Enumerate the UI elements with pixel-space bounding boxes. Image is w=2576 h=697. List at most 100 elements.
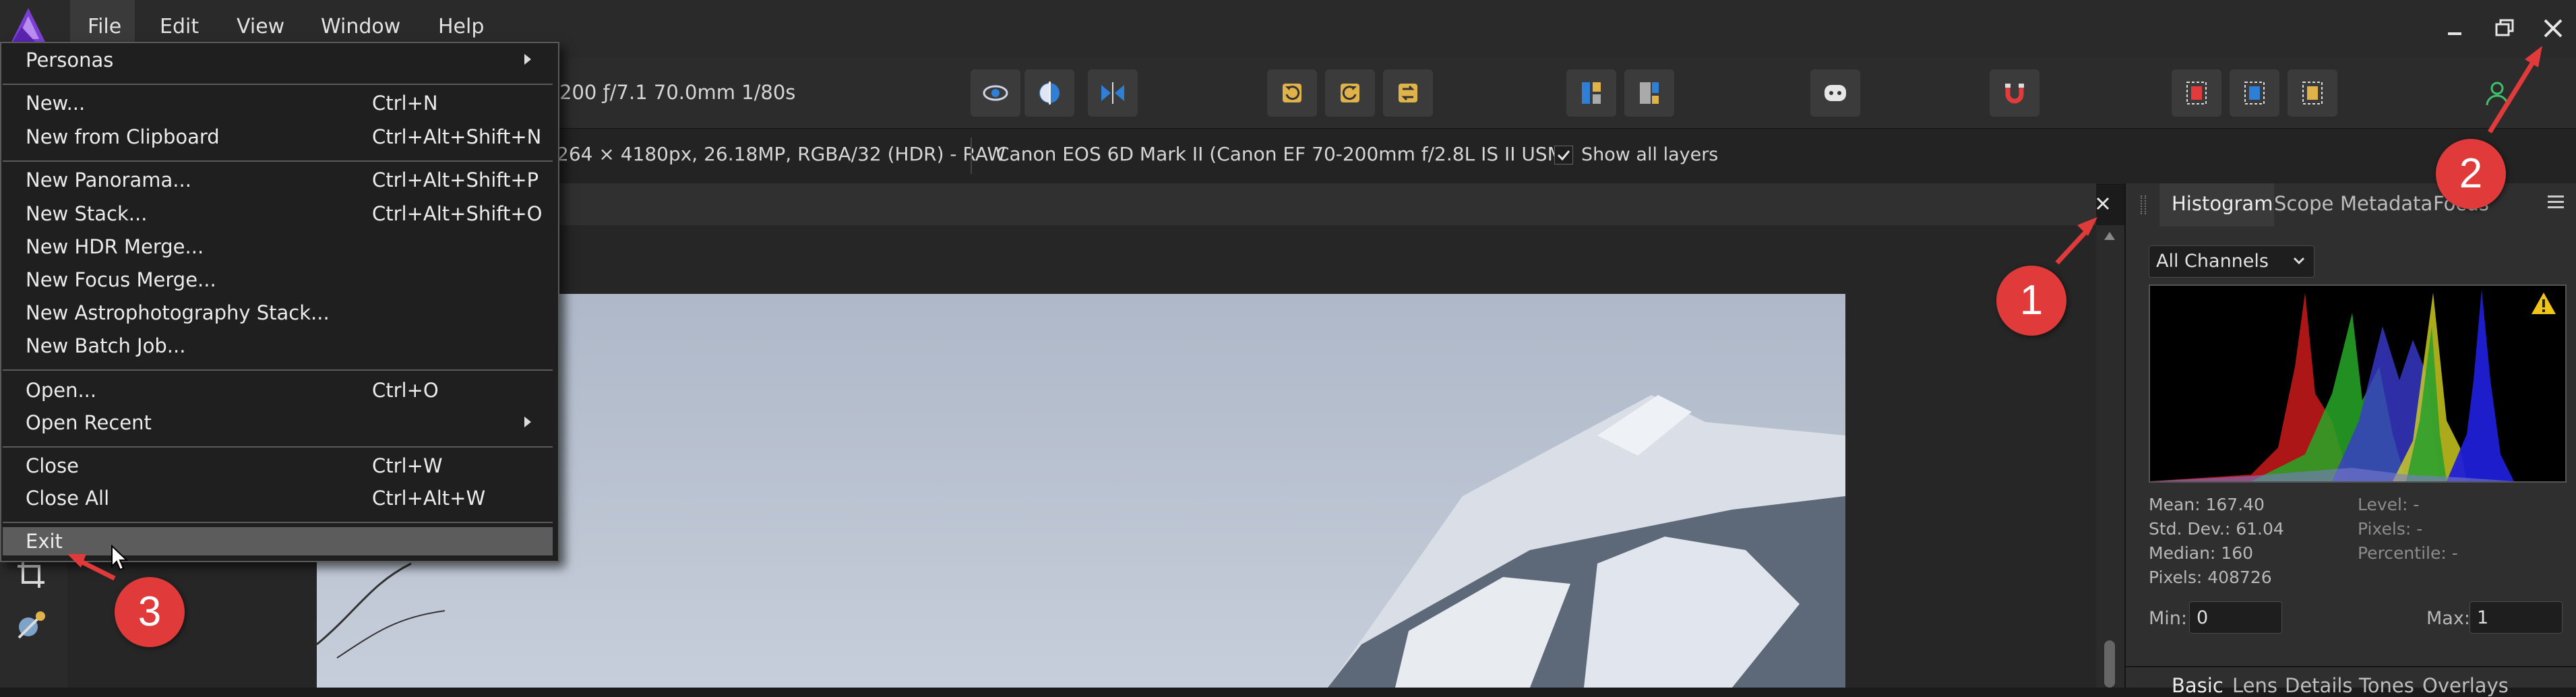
menu-item-personas[interactable]: Personas — [26, 49, 113, 71]
selection-yellow-icon — [2302, 82, 2323, 104]
tab-metadata[interactable]: Metadata — [2340, 192, 2432, 215]
warning-icon — [2532, 293, 2556, 314]
minimize-icon[interactable] — [2436, 9, 2474, 47]
mirror-view-icon — [1101, 82, 1124, 104]
menu-item-new-focus-merge[interactable]: New Focus Merge... — [26, 268, 216, 291]
mouse-cursor-icon — [111, 545, 128, 571]
vertical-scrollbar[interactable] — [2096, 225, 2124, 688]
close-window-icon[interactable] — [2534, 9, 2572, 47]
menu-item-new-from-clipboard[interactable]: New from Clipboard — [26, 125, 220, 148]
tab-overlays[interactable]: Overlays — [2422, 674, 2509, 697]
menu-item-close-all[interactable]: Close All — [26, 487, 109, 510]
min-label: Min: — [2149, 608, 2188, 629]
channel-select-value: All Channels — [2156, 251, 2269, 272]
info-divider — [971, 138, 972, 174]
checkmark-icon — [1557, 150, 1570, 161]
menu-item-exit-highlight — [3, 527, 553, 555]
stat-std-dev: Std. Dev.: 61.04 — [2149, 519, 2284, 539]
tab-tones[interactable]: Tones — [2359, 674, 2414, 697]
assistant-robot-icon — [1824, 85, 1846, 101]
rotate-right-icon — [1341, 84, 1359, 102]
stat-level: Level: - — [2358, 495, 2420, 514]
crop-tool-icon[interactable] — [15, 558, 47, 590]
mirror-view-button[interactable] — [1088, 69, 1138, 117]
submenu-arrow-icon — [524, 417, 531, 427]
quick-mask-yellow-button[interactable] — [2288, 69, 2337, 117]
shortcut-new-panorama: Ctrl+Alt+Shift+P — [372, 169, 539, 191]
shortcut-new-from-clipboard: Ctrl+Alt+Shift+N — [372, 125, 542, 148]
menu-item-open[interactable]: Open... — [26, 379, 96, 402]
menu-item-new-hdr-merge[interactable]: New HDR Merge... — [26, 235, 204, 258]
stat-percentile: Percentile: - — [2358, 543, 2458, 563]
menu-file[interactable]: File — [88, 15, 121, 38]
menu-separator — [3, 522, 553, 523]
tab-scope[interactable]: Scope — [2274, 192, 2333, 215]
tab-details[interactable]: Details — [2285, 674, 2353, 697]
quick-mask-blue-button[interactable] — [2230, 69, 2279, 117]
menu-item-close[interactable]: Close — [26, 454, 79, 477]
annotation-badge-1: 1 — [1996, 266, 2066, 336]
shortcut-new-stack: Ctrl+Alt+Shift+O — [372, 202, 543, 225]
stat-pixels: Pixels: 408726 — [2149, 568, 2272, 587]
close-document-icon[interactable] — [2092, 193, 2114, 214]
chevron-down-icon — [2293, 257, 2305, 265]
snapping-button[interactable] — [1990, 69, 2040, 117]
camera-info: 200 ƒ/7.1 70.0mm 1/80s — [559, 81, 796, 104]
menu-item-new-astrophotography-stack[interactable]: New Astrophotography Stack... — [26, 301, 330, 324]
split-view-icon — [1039, 82, 1060, 104]
channel-select[interactable]: All Channels — [2149, 245, 2314, 278]
layout-right-button[interactable] — [1624, 69, 1674, 117]
shortcut-close-all: Ctrl+Alt+W — [372, 487, 486, 510]
layout-left-button[interactable] — [1566, 69, 1616, 117]
menu-item-new-panorama[interactable]: New Panorama... — [26, 169, 191, 191]
assistant-button[interactable] — [1810, 69, 1860, 117]
max-label: Max: — [2426, 608, 2470, 629]
tab-basic[interactable]: Basic — [2172, 674, 2224, 697]
show-all-layers-checkbox[interactable] — [1554, 146, 1573, 164]
menu-item-new-stack[interactable]: New Stack... — [26, 202, 147, 225]
split-view-button[interactable] — [1024, 69, 1074, 117]
flip-icon — [1399, 84, 1417, 102]
restore-icon[interactable] — [2486, 9, 2523, 47]
show-all-layers-label: Show all layers — [1581, 144, 1719, 165]
rotate-left-button[interactable] — [1267, 69, 1317, 117]
layout-right-icon — [1640, 82, 1659, 104]
menu-window[interactable]: Window — [321, 15, 400, 38]
max-input[interactable]: 1 — [2470, 601, 2563, 634]
panel-grip-icon[interactable] — [2141, 195, 2146, 214]
menu-help[interactable]: Help — [438, 15, 484, 38]
scroll-up-arrow-icon[interactable] — [2104, 232, 2115, 240]
min-input[interactable]: 0 — [2189, 601, 2282, 634]
selection-red-icon — [2186, 82, 2207, 104]
menu-separator — [3, 84, 553, 85]
menu-edit[interactable]: Edit — [160, 15, 199, 38]
affinity-photo-logo-icon — [11, 8, 46, 43]
panel-menu-icon[interactable] — [2545, 191, 2567, 213]
annotation-badge-2: 2 — [2436, 139, 2506, 209]
menu-item-exit[interactable]: Exit — [26, 530, 63, 553]
image-info: 264 × 4180px, 26.18MP, RGBA/32 (HDR) - R… — [557, 143, 1006, 165]
shortcut-close: Ctrl+W — [372, 454, 443, 477]
panel-divider — [2124, 666, 2576, 667]
tab-histogram[interactable]: Histogram — [2172, 192, 2273, 215]
menu-item-new-batch-job[interactable]: New Batch Job... — [26, 334, 185, 357]
eye-icon — [983, 85, 1008, 101]
camera-model: Canon EOS 6D Mark II (Canon EF 70-200mm … — [996, 143, 1571, 165]
histogram-graph — [2149, 284, 2567, 483]
account-button[interactable] — [2472, 69, 2522, 117]
rotate-right-button[interactable] — [1325, 69, 1375, 117]
quick-mask-red-button[interactable] — [2172, 69, 2221, 117]
menu-item-new[interactable]: New... — [26, 92, 85, 115]
rotate-left-icon — [1283, 84, 1301, 102]
menu-view[interactable]: View — [237, 15, 284, 38]
tab-lens[interactable]: Lens — [2232, 674, 2277, 697]
stat-median: Median: 160 — [2149, 543, 2254, 563]
scrollbar-thumb[interactable] — [2104, 640, 2115, 688]
annotation-badge-3: 3 — [115, 577, 185, 647]
menu-item-open-recent[interactable]: Open Recent — [26, 411, 152, 434]
selection-blue-icon — [2244, 82, 2265, 104]
eye-view-button[interactable] — [971, 69, 1020, 117]
flip-button[interactable] — [1383, 69, 1433, 117]
sponge-tool-icon[interactable] — [13, 608, 49, 643]
layout-left-icon — [1582, 82, 1601, 104]
